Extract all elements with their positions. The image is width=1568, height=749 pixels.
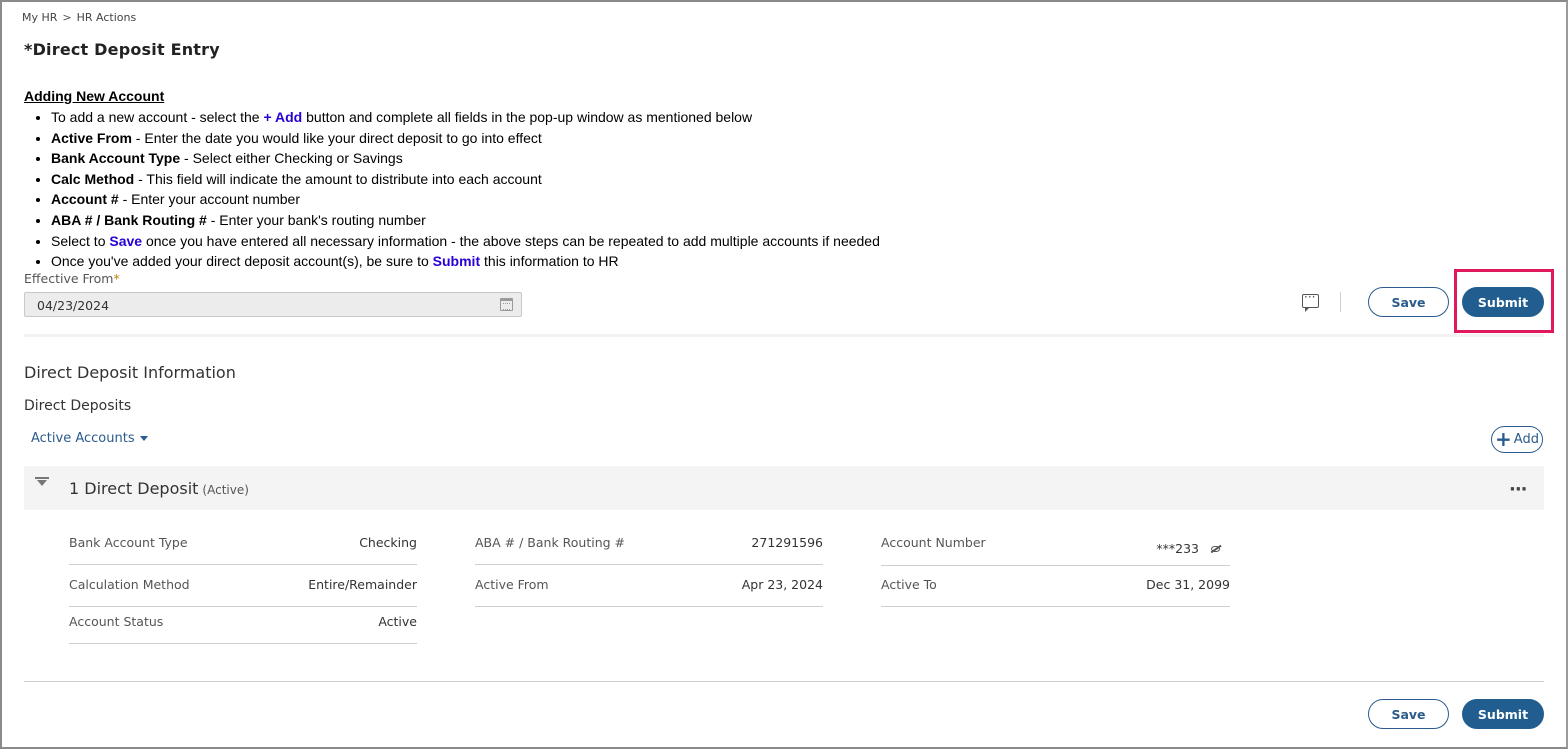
more-options-icon[interactable]: ··· [1509,479,1527,500]
effective-from-label: Effective From* [24,271,120,286]
section-subtitle: Direct Deposits [24,398,132,414]
section-divider [24,334,1544,337]
instruction-text: - Select either Checking or Savings [180,150,403,167]
plus-icon: + [1495,426,1512,451]
eye-slash-icon[interactable] [1211,546,1220,552]
instruction-text: - Enter your account number [118,191,300,208]
instruction-text: Select to [51,232,110,249]
effective-from-input[interactable]: 04/23/2024 [24,292,522,317]
field-bank-account-type: Bank Account Type Checking [69,535,417,565]
field-value: Entire/Remainder [308,577,417,592]
instruction-item: Account # - Enter your account number [51,189,880,210]
instruction-item: Bank Account Type - Select either Checki… [51,148,880,169]
field-value: Checking [359,535,417,550]
instruction-keyword: ABA # / Bank Routing # [51,211,207,228]
field-value: ***233 [1156,541,1220,556]
instruction-item: To add a new account - select the + Add … [51,107,880,128]
instruction-text: Once you've added your direct deposit ac… [51,253,433,270]
effective-from-label-text: Effective From [24,271,114,286]
instruction-keyword: Active From [51,129,132,146]
instruction-text: To add a new account - select the [51,109,264,125]
save-button[interactable]: Save [1368,287,1449,317]
instruction-text: - This field will indicate the amount to… [134,170,542,187]
breadcrumb-item-my-hr[interactable]: My HR [22,11,57,24]
collapse-icon[interactable] [35,477,49,486]
active-accounts-dropdown[interactable]: Active Accounts [31,431,148,446]
caret-down-icon [139,436,148,441]
breadcrumb-separator: > [62,11,72,24]
field-account-status: Account Status Active [69,614,417,644]
section-title: Direct Deposit Information [24,363,236,382]
instruction-keyword: Calc Method [51,170,135,187]
instruction-keyword: Bank Account Type [51,150,181,167]
field-label: Account Number [881,535,986,550]
required-mark: * [113,271,120,286]
field-label: Active From [475,577,549,592]
breadcrumb: My HR > HR Actions [22,11,136,24]
instruction-text: - Enter the date you would like your dir… [131,129,542,146]
instructions-list: To add a new account - select the + Add … [51,107,880,272]
instruction-item: Calc Method - This field will indicate t… [51,169,880,190]
toolbar-divider [1340,292,1341,312]
add-label: Add [1513,432,1539,447]
instruction-text: once you have entered all necessary info… [142,232,880,249]
field-label: Bank Account Type [69,535,188,550]
submit-highlight-box [1454,269,1554,333]
field-label: ABA # / Bank Routing # [475,535,626,550]
field-value: 271291596 [751,535,823,550]
deposit-card-title: 1 Direct Deposit (Active) [69,479,249,498]
field-label: Calculation Method [69,577,190,592]
comment-icon[interactable] [1302,290,1319,312]
field-label: Account Status [69,614,164,629]
footer-divider [24,681,1544,682]
active-accounts-label: Active Accounts [31,431,135,446]
field-value: Active [378,614,417,629]
deposit-card-status: (Active) [202,483,249,497]
instruction-keyword: Save [109,232,143,249]
instruction-item: Select to Save once you have entered all… [51,231,880,252]
page-title: *Direct Deposit Entry [24,40,220,59]
calendar-icon[interactable] [500,298,513,311]
field-label: Active To [881,577,937,592]
effective-from-value: 04/23/2024 [37,298,110,313]
field-active-from: Active From Apr 23, 2024 [475,577,823,607]
field-active-to: Active To Dec 31, 2099 [881,577,1230,607]
deposit-card-title-text: 1 Direct Deposit [69,479,199,498]
instruction-text: button and complete all fields in the po… [302,109,753,125]
instructions-heading: Adding New Account [24,88,165,104]
instruction-keyword: Submit [432,253,481,270]
footer-save-button[interactable]: Save [1368,699,1449,729]
instruction-item: Once you've added your direct deposit ac… [51,251,880,272]
instruction-keyword: + Add [263,109,303,125]
field-routing-number: ABA # / Bank Routing # 271291596 [475,535,823,565]
instruction-item: Active From - Enter the date you would l… [51,128,880,149]
instruction-text: - Enter your bank's routing number [206,211,426,228]
field-value: Dec 31, 2099 [1146,577,1230,592]
instructions-panel: Adding New Account To add a new account … [24,88,880,272]
field-calculation-method: Calculation Method Entire/Remainder [69,577,417,607]
instruction-text: this information to HR [480,253,619,270]
field-account-number: Account Number ***233 [881,535,1230,566]
deposit-card-header[interactable]: 1 Direct Deposit (Active) ··· [24,466,1544,510]
instruction-item: ABA # / Bank Routing # - Enter your bank… [51,210,880,231]
field-value: Apr 23, 2024 [741,577,823,592]
instruction-keyword: Account # [51,191,119,208]
footer-submit-button[interactable]: Submit [1462,699,1544,729]
account-number-masked: ***233 [1156,541,1199,556]
breadcrumb-item-hr-actions[interactable]: HR Actions [77,11,137,24]
add-button[interactable]: + Add [1491,426,1543,453]
